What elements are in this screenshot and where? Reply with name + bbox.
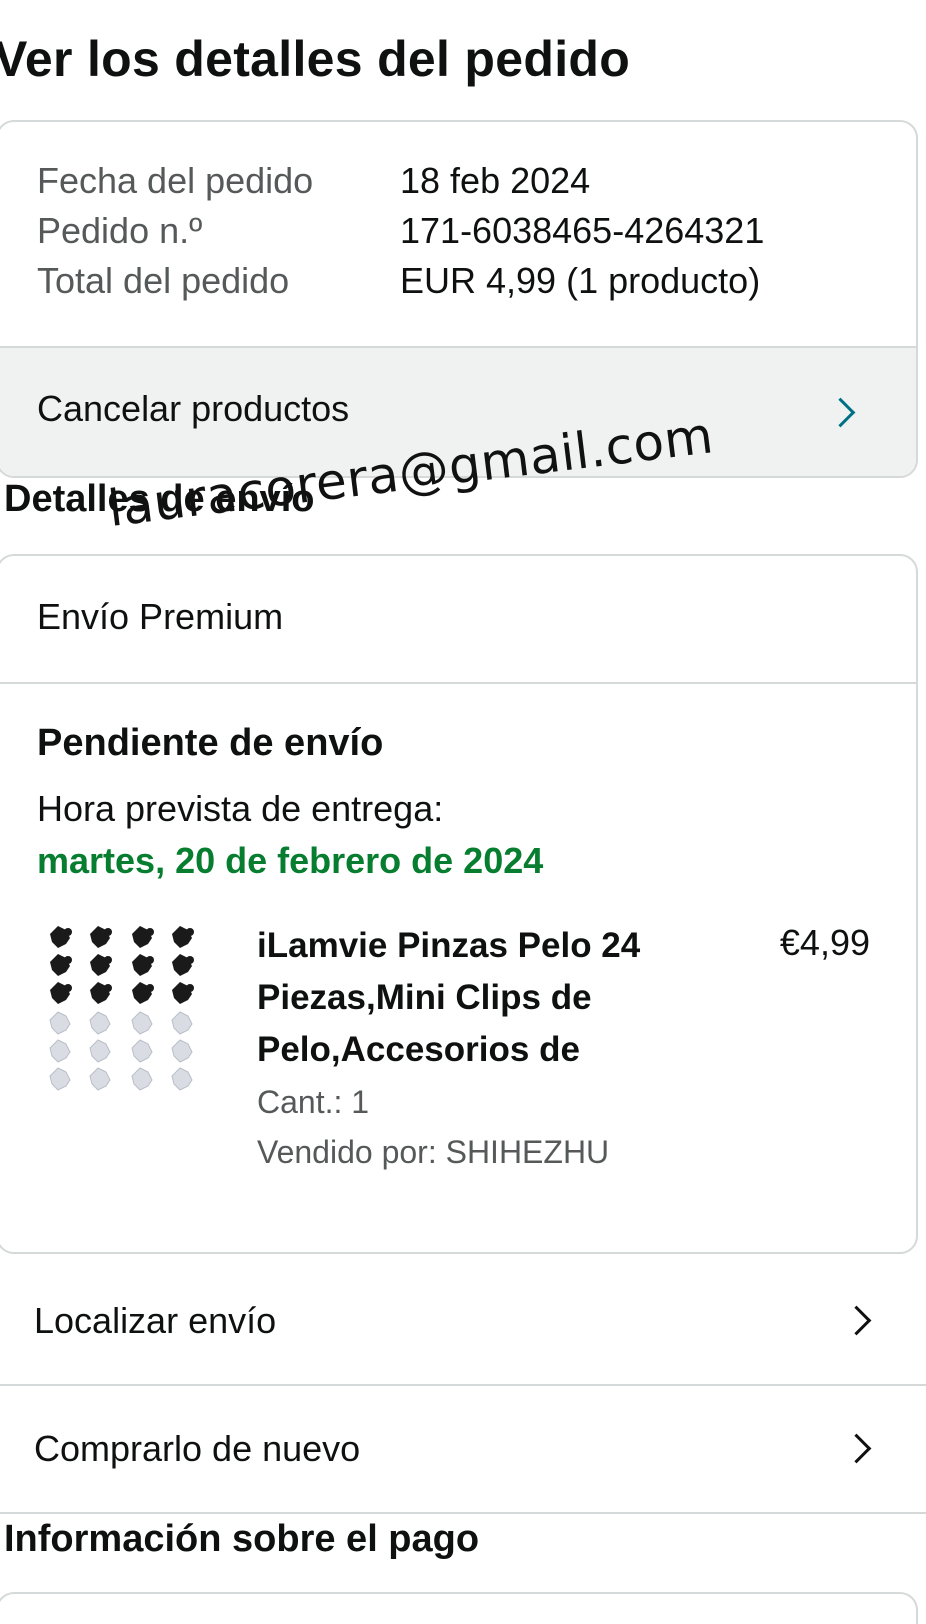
chevron-right-icon xyxy=(825,397,856,428)
track-package-label: Localizar envío xyxy=(34,1300,277,1341)
product-title-link[interactable]: iLamvie Pinzas Pelo 24 Piezas,Mini Clips… xyxy=(257,920,677,1076)
product-quantity: Cant.: 1 xyxy=(257,1084,370,1120)
shipping-method: Envío Premium xyxy=(37,596,284,637)
order-total-value: EUR 4,99 (1 producto) xyxy=(400,260,761,301)
hair-clips-product-image[interactable] xyxy=(42,920,210,1100)
buy-again-row[interactable]: Comprarlo de nuevo xyxy=(0,1386,926,1514)
divider xyxy=(0,682,916,684)
shipment-card: Envío Premium Pendiente de envío Hora pr… xyxy=(0,554,918,1254)
order-summary-card: Fecha del pedido 18 feb 2024 Pedido n.º … xyxy=(0,120,918,478)
product-price: €4,99 xyxy=(779,922,870,963)
chevron-right-icon xyxy=(841,1433,872,1464)
cancel-products-label: Cancelar productos xyxy=(37,388,350,429)
product-seller: Vendido por: SHIHEZHU xyxy=(257,1134,610,1170)
buy-again-label: Comprarlo de nuevo xyxy=(34,1428,361,1469)
delivery-estimate-date: martes, 20 de febrero de 2024 xyxy=(37,840,544,881)
payment-info-heading: Información sobre el pago xyxy=(4,1518,480,1560)
order-date-label: Fecha del pedido xyxy=(37,160,314,201)
order-number-label: Pedido n.º xyxy=(37,210,203,251)
payment-card xyxy=(0,1592,918,1624)
order-total-label: Total del pedido xyxy=(37,260,290,301)
chevron-right-icon xyxy=(841,1305,872,1336)
order-date-value: 18 feb 2024 xyxy=(400,160,591,201)
order-number-value: 171-6038465-4264321 xyxy=(400,210,765,251)
shipment-status: Pendiente de envío xyxy=(37,722,384,764)
page-title: Ver los detalles del pedido xyxy=(0,31,631,87)
track-package-row[interactable]: Localizar envío xyxy=(0,1258,926,1386)
delivery-estimate-label: Hora prevista de entrega: xyxy=(37,788,444,829)
